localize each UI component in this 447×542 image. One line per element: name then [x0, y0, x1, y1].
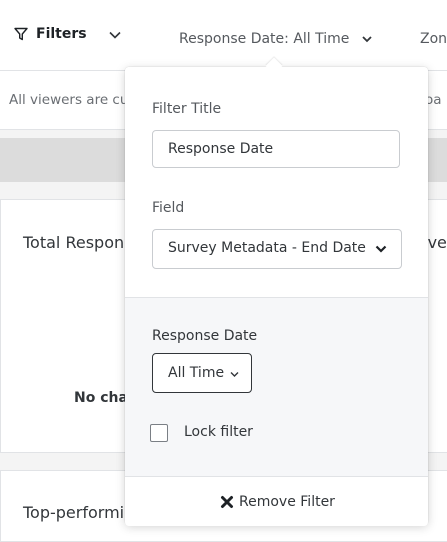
widget-title: Total Respon — [23, 233, 125, 252]
response-date-label: Response Date — [152, 328, 258, 344]
chevron-down-icon — [230, 372, 239, 377]
remove-filter-label: Remove Filter — [239, 494, 335, 510]
chevron-down-icon[interactable] — [108, 28, 122, 42]
time-range-value: All Time — [168, 365, 225, 381]
field-label: Field — [152, 200, 185, 216]
filter-title-label: Filter Title — [152, 101, 222, 117]
chevron-down-icon — [375, 245, 387, 253]
lock-filter-label[interactable]: Lock filter — [184, 424, 253, 440]
close-icon — [221, 496, 233, 508]
time-range-dropdown[interactable]: All Time — [152, 353, 252, 393]
zone-filter[interactable]: Zon — [420, 31, 447, 47]
field-select-value: Survey Metadata - End Date — [168, 240, 366, 256]
widget-title: Top-performir — [23, 503, 131, 522]
filters-button[interactable]: Filters — [14, 26, 87, 42]
popover-value-section: Response Date All Time Lock filter — [125, 297, 428, 477]
remove-filter-button[interactable]: Remove Filter — [220, 494, 335, 510]
chevron-down-icon — [362, 36, 373, 43]
filter-popover: Filter Title Field Survey Metadata - End… — [125, 57, 428, 526]
empty-chart-message: No cha — [74, 390, 128, 406]
dashboard-toolbar: Filters Response Date: All Time Zon — [0, 0, 447, 71]
funnel-icon — [14, 27, 28, 41]
popover-footer: Remove Filter — [125, 476, 428, 526]
response-date-filter-label: Response Date: All Time — [179, 31, 350, 47]
filters-label: Filters — [36, 26, 87, 42]
response-date-filter[interactable]: Response Date: All Time — [179, 31, 373, 47]
notice-text: All viewers are cu — [9, 92, 129, 108]
field-select[interactable]: Survey Metadata - End Date — [152, 229, 402, 269]
popover-settings-section: Filter Title Field Survey Metadata - End… — [125, 67, 428, 297]
lock-filter-checkbox[interactable] — [150, 424, 168, 442]
filter-title-input[interactable] — [152, 130, 400, 168]
